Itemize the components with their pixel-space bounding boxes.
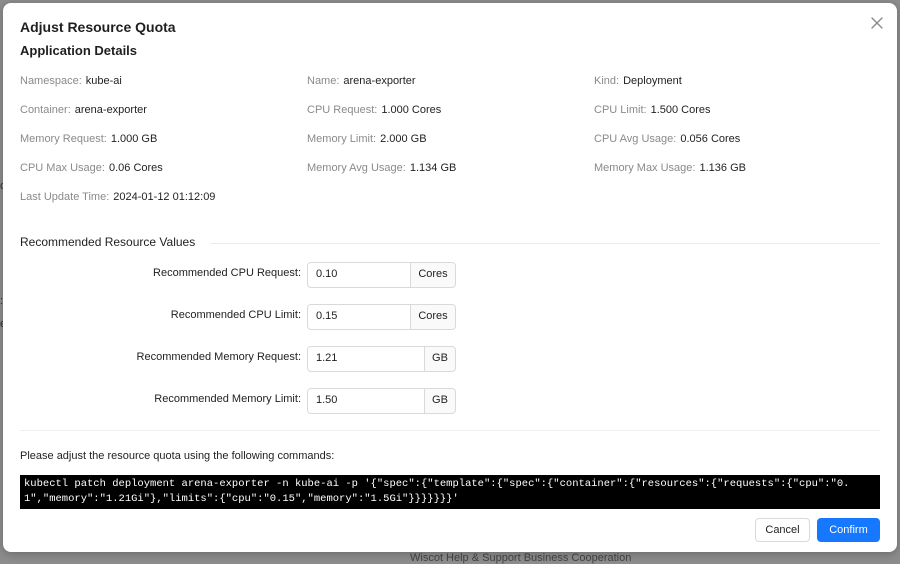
detail-value: kube-ai	[85, 75, 122, 87]
detail-memory-limit: Memory Limit: 2.000 GB	[307, 133, 427, 145]
form-label: Recommended CPU Limit:	[170, 309, 301, 321]
detail-name: Name: arena-exporter	[307, 75, 416, 87]
detail-value: 1.136 GB	[699, 162, 746, 174]
detail-namespace: Namespace: kube-ai	[20, 75, 122, 87]
cancel-button[interactable]: Cancel	[755, 518, 810, 542]
memory-request-input[interactable]	[308, 347, 424, 369]
form-row-cpu-request: Recommended CPU Request: Cores	[3, 262, 897, 288]
detail-label: Container	[20, 104, 68, 116]
form-row-memory-request: Recommended Memory Request: GB	[3, 346, 897, 372]
cpu-request-input[interactable]	[308, 263, 410, 285]
backdrop-footer: Wiscot Help & Support Business Cooperati…	[410, 552, 632, 564]
detail-label: Kind	[594, 75, 617, 87]
detail-label: CPU Request	[307, 104, 375, 116]
confirm-button[interactable]: Confirm	[817, 518, 880, 542]
detail-value: 1.500 Cores	[650, 104, 711, 116]
command-block[interactable]: kubectl patch deployment arena-exporter …	[20, 475, 880, 509]
unit-addon: GB	[424, 347, 455, 371]
recommended-heading: Recommended Resource Values	[20, 235, 206, 249]
detail-label: Memory Limit	[307, 133, 374, 145]
form-row-cpu-limit: Recommended CPU Limit: Cores	[3, 304, 897, 330]
detail-value: 0.056 Cores	[680, 133, 741, 145]
detail-value: 2.000 GB	[380, 133, 427, 145]
detail-cpu-limit: CPU Limit: 1.500 Cores	[594, 104, 711, 116]
modal-title: Adjust Resource Quota	[20, 19, 176, 35]
recommended-heading-row: Recommended Resource Values	[20, 235, 880, 251]
detail-cpu-avg-usage: CPU Avg Usage: 0.056 Cores	[594, 133, 741, 145]
detail-label: Namespace	[20, 75, 79, 87]
detail-label: CPU Max Usage	[20, 162, 102, 174]
unit-addon: Cores	[410, 305, 455, 329]
command-instruction: Please adjust the resource quota using t…	[20, 450, 335, 462]
detail-label: Memory Request	[20, 133, 104, 145]
detail-label: Memory Avg Usage	[307, 162, 403, 174]
detail-value: arena-exporter	[343, 75, 416, 87]
section-divider	[20, 430, 880, 431]
detail-container: Container: arena-exporter	[20, 104, 147, 116]
detail-value: 1.000 Cores	[381, 104, 442, 116]
cpu-limit-input[interactable]	[308, 305, 410, 327]
input-group: GB	[307, 346, 456, 372]
form-label: Recommended CPU Request:	[153, 267, 301, 279]
close-icon	[871, 17, 883, 29]
detail-kind: Kind: Deployment	[594, 75, 682, 87]
detail-value: arena-exporter	[74, 104, 147, 116]
detail-value: Deployment	[623, 75, 682, 87]
detail-cpu-request: CPU Request: 1.000 Cores	[307, 104, 442, 116]
detail-memory-max-usage: Memory Max Usage: 1.136 GB	[594, 162, 746, 174]
detail-value: 0.06 Cores	[108, 162, 163, 174]
detail-label: Name	[307, 75, 337, 87]
detail-memory-request: Memory Request: 1.000 GB	[20, 133, 158, 145]
detail-label: CPU Avg Usage	[594, 133, 674, 145]
form-label: Recommended Memory Limit:	[154, 393, 301, 405]
detail-cpu-max-usage: CPU Max Usage: 0.06 Cores	[20, 162, 163, 174]
detail-value: 2024-01-12 01:12:09	[113, 191, 216, 203]
detail-label: Memory Max Usage	[594, 162, 693, 174]
close-button[interactable]	[869, 15, 885, 31]
form-label: Recommended Memory Request:	[136, 351, 301, 363]
detail-memory-avg-usage: Memory Avg Usage: 1.134 GB	[307, 162, 457, 174]
detail-label: CPU Limit	[594, 104, 644, 116]
unit-addon: GB	[424, 389, 455, 413]
detail-label: Last Update Time	[20, 191, 107, 203]
adjust-quota-modal: Adjust Resource Quota Application Detail…	[3, 3, 897, 552]
detail-value: 1.134 GB	[409, 162, 457, 174]
heading-divider	[210, 243, 880, 244]
unit-addon: Cores	[410, 263, 455, 287]
input-group: Cores	[307, 304, 456, 330]
application-details-heading: Application Details	[20, 43, 138, 58]
input-group: GB	[307, 388, 456, 414]
detail-value: 1.000 GB	[110, 133, 158, 145]
form-row-memory-limit: Recommended Memory Limit: GB	[3, 388, 897, 414]
memory-limit-input[interactable]	[308, 389, 424, 411]
detail-last-update-time: Last Update Time: 2024-01-12 01:12:09	[20, 191, 216, 203]
input-group: Cores	[307, 262, 456, 288]
